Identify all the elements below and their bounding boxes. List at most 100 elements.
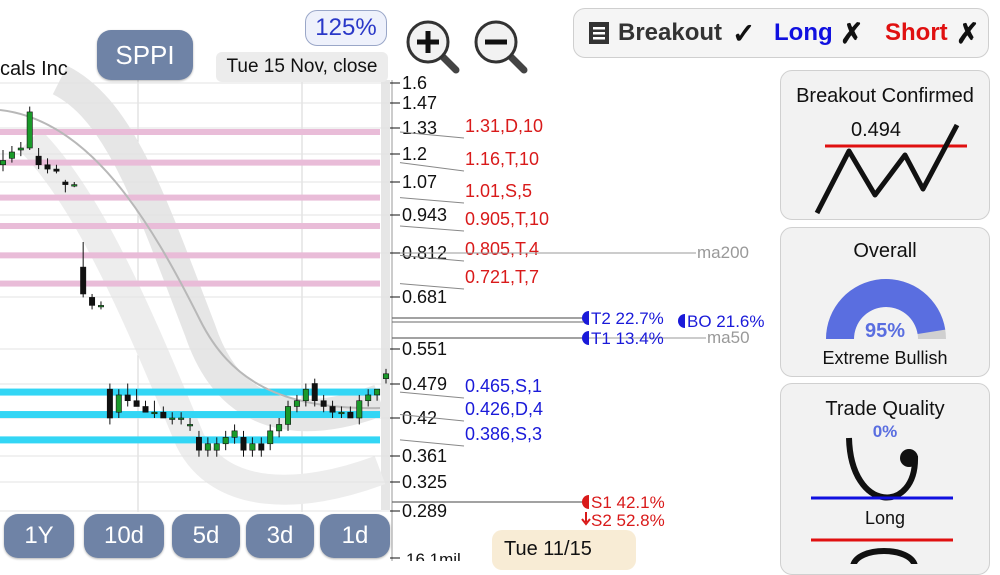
support-band [0, 436, 380, 444]
signal-bar: Breakout ✓ Long ✗ Short ✗ [573, 8, 989, 58]
y-tick-label: 0.681 [402, 287, 447, 307]
candle-body [124, 394, 131, 402]
candle-body [383, 373, 389, 379]
short-cross-icon: ✗ [956, 18, 980, 49]
resistance-band [0, 194, 380, 201]
trade-quality-label: Long [864, 508, 906, 528]
candle-body [267, 430, 274, 445]
footer-date: Tue 11/15 [492, 530, 636, 570]
candle-body [35, 155, 42, 166]
trade-quality-card[interactable]: Trade Quality 0% Long [780, 383, 990, 575]
period-button-10d[interactable]: 10d [84, 514, 164, 558]
resistance-label: 1.16,T,10 [465, 149, 539, 169]
period-button-1d[interactable]: 1d [320, 514, 390, 558]
candle-body [213, 443, 220, 451]
breakout-pattern-icon [814, 123, 967, 215]
candle-body [347, 411, 354, 419]
target-marker [678, 314, 685, 328]
stop-label: S1 42.1% [591, 493, 665, 512]
support-band [0, 388, 380, 396]
period-button-3d[interactable]: 3d [246, 514, 314, 558]
candle-body [258, 443, 265, 451]
candle-body [133, 400, 140, 407]
breakout-card[interactable]: Breakout Confirmed 0.494 [780, 70, 990, 220]
y-tick-label: 0.943 [402, 205, 447, 225]
candle-body [142, 406, 149, 413]
y-tick-label: 0.479 [402, 374, 447, 394]
date-label: Tue 15 Nov, close [216, 52, 388, 82]
candle-body [302, 388, 309, 402]
candle-body [62, 181, 69, 185]
overall-card-title: Overall [853, 240, 917, 262]
candle-body [115, 394, 122, 413]
target-label: BO 21.6% [687, 312, 765, 331]
y-tick-label: 1.07 [402, 172, 437, 192]
period-button-5d[interactable]: 5d [172, 514, 240, 558]
candle-body [89, 297, 96, 306]
candle-body [106, 388, 113, 419]
long-label[interactable]: Long [774, 19, 833, 47]
candle-body [178, 417, 185, 420]
breakout-check-icon: ✓ [732, 18, 756, 49]
candle-body [17, 147, 24, 151]
support-band [0, 411, 380, 419]
candle-body [293, 400, 300, 407]
candle-body [276, 424, 283, 432]
company-name: cals Inc [0, 58, 68, 80]
resistance-label: 0.721,T,7 [465, 267, 539, 287]
y-tick-label: 1.6 [402, 73, 427, 93]
candle-body [71, 184, 78, 187]
breakout-card-title: Breakout Confirmed [796, 85, 974, 107]
list-icon [589, 22, 609, 44]
candle-body [80, 266, 87, 295]
candle-body [204, 443, 211, 451]
chart-scrollbar [381, 80, 390, 510]
candle-body [249, 443, 256, 451]
candle-body [356, 400, 363, 419]
candle-body [98, 305, 104, 308]
candle-body [169, 417, 176, 420]
ma200-label: ma200 [697, 243, 749, 262]
target-marker [582, 331, 589, 345]
support-label: 0.465,S,1 [465, 376, 542, 396]
short-label[interactable]: Short [885, 19, 948, 47]
candle-body [160, 411, 167, 419]
breakout-label[interactable]: Breakout [618, 19, 722, 47]
candle-body [187, 424, 194, 427]
candle-body [53, 168, 60, 172]
candle-body [240, 437, 247, 451]
y-tick-label: 0.289 [402, 501, 447, 521]
candle-body [338, 411, 345, 415]
target-marker [582, 311, 589, 325]
ticker-button[interactable]: SPPI [97, 30, 193, 80]
resistance-band [0, 223, 380, 230]
candle-body [222, 437, 229, 445]
stop-marker [582, 495, 589, 509]
magnifier-plus-icon[interactable] [404, 18, 462, 74]
candle-body [151, 411, 158, 415]
long-cross-icon: ✗ [840, 18, 864, 49]
candle-body [26, 111, 33, 149]
y-tick-label: 1.2 [402, 144, 427, 164]
y-tick-label: 0.551 [402, 339, 447, 359]
resistance-band [0, 159, 380, 166]
candle-body [8, 151, 15, 159]
magnifier-minus-icon[interactable] [472, 18, 530, 74]
resistance-band [0, 252, 380, 259]
candle-body [285, 406, 291, 425]
target-label: T2 22.7% [591, 309, 664, 328]
resistance-band [0, 280, 380, 287]
candle-body [195, 437, 202, 451]
y-tick-label: 1.47 [402, 93, 437, 113]
support-label: 0.386,S,3 [465, 424, 542, 444]
resistance-leader [399, 225, 465, 232]
overall-card[interactable]: Overall 95% Extreme Bullish [780, 227, 990, 377]
period-button-1y[interactable]: 1Y [4, 514, 74, 558]
candle-body [44, 164, 51, 170]
y-tick-label: 0.361 [402, 446, 447, 466]
zoom-level: 125% [305, 10, 387, 46]
target-label: T1 13.4% [591, 329, 664, 348]
support-label: 0.426,D,4 [465, 399, 543, 419]
resistance-label: 0.905,T,10 [465, 209, 549, 229]
stop-arrow-icon [581, 512, 591, 526]
